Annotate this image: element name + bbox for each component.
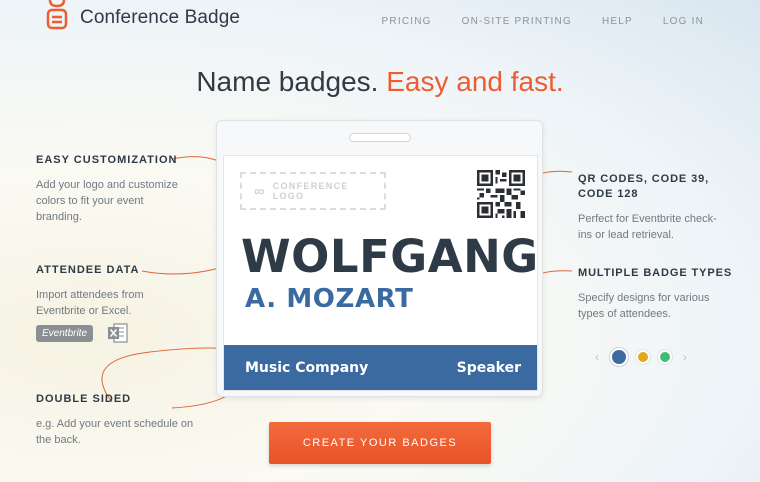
badge-type-dot-blue[interactable] xyxy=(610,348,628,366)
page-headline: Name badges. Easy and fast. xyxy=(0,66,760,98)
attendee-company: Music Company xyxy=(245,359,369,376)
nav-on-site-printing[interactable]: ON-SITE PRINTING xyxy=(462,16,572,27)
feature-qr-codes: QR CODES, CODE 39, CODE 128 Perfect for … xyxy=(578,172,728,243)
chevron-right-icon[interactable]: › xyxy=(680,350,690,364)
chevron-left-icon[interactable]: ‹ xyxy=(592,350,602,364)
badge-type-selector: ‹ › xyxy=(592,348,690,366)
excel-icon xyxy=(108,323,128,343)
infinity-icon: ∞ xyxy=(254,182,265,200)
badge-logo-icon xyxy=(46,0,68,30)
attendee-last-name: A. MOZART xyxy=(245,284,414,314)
nav-help[interactable]: HELP xyxy=(602,16,633,27)
app-name: Conference Badge xyxy=(80,7,241,28)
create-badges-button[interactable]: CREATE YOUR BADGES xyxy=(269,422,491,464)
headline-accent: Easy and fast. xyxy=(386,66,564,97)
feature-title: MULTIPLE BADGE TYPES xyxy=(578,267,733,279)
attendee-role: Speaker xyxy=(456,359,521,376)
logo-placeholder-text: CONFERENCE LOGO xyxy=(272,181,349,201)
feature-easy-customization: EASY CUSTOMIZATION Add your logo and cus… xyxy=(36,153,186,225)
qr-code-icon xyxy=(477,170,525,218)
feature-description: e.g. Add your event schedule on the back… xyxy=(36,418,194,446)
attendee-first-name: WOLFGANG xyxy=(241,230,539,283)
brand-logo[interactable]: Conference Badge xyxy=(46,0,240,30)
badge-preview: ∞ CONFERENCE LOGO WOLFGANG A. MOZART Mus… xyxy=(216,120,543,397)
feature-double-sided: DOUBLE SIDED e.g. Add your event schedul… xyxy=(36,392,196,448)
top-nav: PRICING ON-SITE PRINTING HELP LOG IN xyxy=(382,16,704,27)
badge-footer-bar: Music Company Speaker xyxy=(224,345,537,390)
badge-type-dot-yellow[interactable] xyxy=(636,350,650,364)
feature-title: QR CODES, CODE 39, CODE 128 xyxy=(578,173,710,200)
feature-attendee-data: ATTENDEE DATA Import attendees from Even… xyxy=(36,263,186,319)
headline-main: Name badges. xyxy=(196,66,379,97)
feature-title: ATTENDEE DATA xyxy=(36,264,140,276)
conference-logo-placeholder[interactable]: ∞ CONFERENCE LOGO xyxy=(240,172,386,210)
eventbrite-logo: Eventbrite xyxy=(36,324,94,342)
feature-title: EASY CUSTOMIZATION xyxy=(36,154,178,166)
import-sources: Eventbrite xyxy=(36,322,129,344)
feature-multiple-badge-types: MULTIPLE BADGE TYPES Specify designs for… xyxy=(578,266,738,322)
feature-description: Perfect for Eventbrite check-ins or lead… xyxy=(578,213,717,241)
feature-description: Specify designs for various types of att… xyxy=(578,292,710,320)
badge-type-dot-green[interactable] xyxy=(658,350,672,364)
nav-pricing[interactable]: PRICING xyxy=(382,16,432,27)
nav-log-in[interactable]: LOG IN xyxy=(663,16,704,27)
feature-title: DOUBLE SIDED xyxy=(36,393,132,405)
lanyard-slot xyxy=(349,133,411,142)
feature-description: Import attendees from Eventbrite or Exce… xyxy=(36,289,144,317)
badge-card: ∞ CONFERENCE LOGO WOLFGANG A. MOZART Mus… xyxy=(223,155,538,391)
feature-description: Add your logo and customize colors to fi… xyxy=(36,179,178,223)
